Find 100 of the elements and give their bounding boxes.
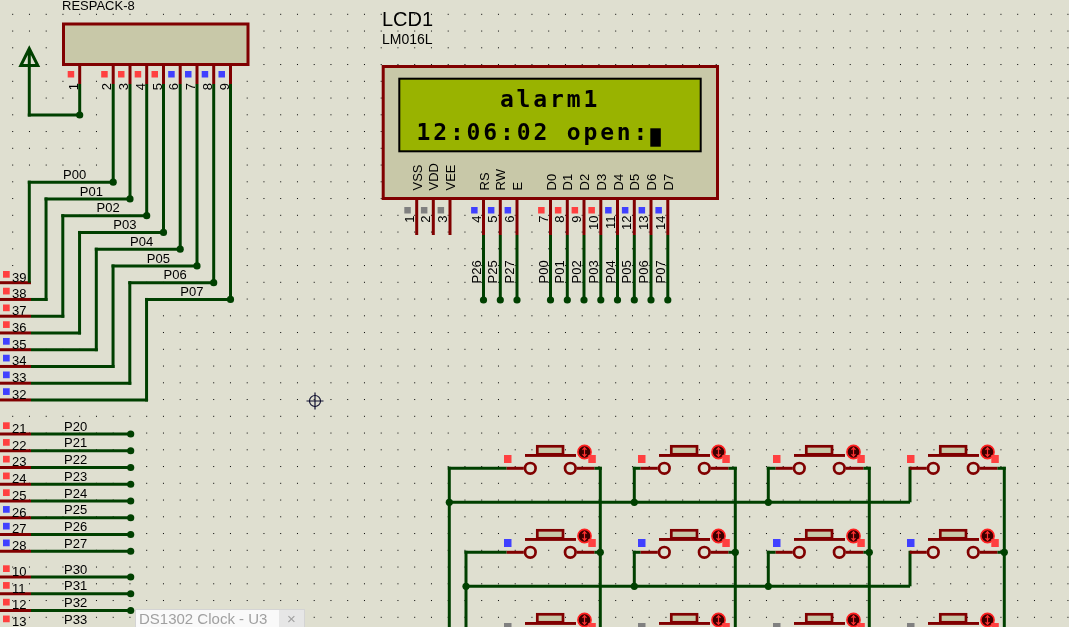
pin-lead bbox=[640, 466, 658, 470]
switch-contact-icon bbox=[832, 545, 846, 559]
net-label: P03 bbox=[113, 217, 137, 233]
pin-number: 10 bbox=[585, 215, 601, 230]
pin-name: D2 bbox=[577, 173, 592, 191]
junction-dot-icon bbox=[597, 296, 605, 304]
pin-number: 11 bbox=[602, 215, 618, 229]
net-label: P32 bbox=[64, 595, 88, 611]
pin-number: 24 bbox=[12, 471, 27, 487]
pin-lead bbox=[0, 331, 31, 335]
junction-dot-icon bbox=[546, 296, 555, 304]
wire bbox=[515, 235, 519, 300]
pin-number: 4 bbox=[468, 215, 484, 223]
pin-number: 7 bbox=[183, 83, 198, 91]
junction-dot-icon bbox=[764, 498, 772, 506]
pin-lead bbox=[111, 65, 115, 84]
pin-lead bbox=[0, 314, 31, 318]
pin-lead bbox=[710, 466, 729, 470]
junction-dot-icon bbox=[563, 296, 571, 304]
junction-dot-icon bbox=[193, 262, 201, 270]
pin-lead bbox=[979, 466, 998, 470]
junction-dot-icon bbox=[127, 547, 135, 555]
junction-dot-icon bbox=[127, 530, 135, 539]
switch-contact-icon bbox=[926, 461, 940, 475]
pin-name: VDD bbox=[426, 163, 442, 191]
junction-dot-icon bbox=[513, 296, 521, 304]
junction-dot-icon bbox=[127, 606, 135, 615]
pin-lead bbox=[0, 533, 31, 536]
pin-lead bbox=[0, 348, 31, 352]
net-label: P01 bbox=[79, 183, 103, 199]
pin-number: 35 bbox=[12, 336, 27, 352]
pin-lead bbox=[909, 550, 927, 554]
switch-contact-icon bbox=[697, 461, 711, 475]
switch-plunger bbox=[928, 612, 979, 625]
switch-contact-icon bbox=[966, 545, 980, 559]
net-label: P07 bbox=[180, 284, 204, 300]
junction-dot-icon bbox=[647, 296, 655, 304]
pin-lead bbox=[0, 609, 31, 612]
net-label: P27 bbox=[502, 260, 517, 284]
junction-dot-icon bbox=[226, 295, 235, 304]
up-down-arrow-icon[interactable] bbox=[577, 612, 592, 627]
junction-dot-icon bbox=[613, 296, 622, 304]
pin-lead bbox=[549, 200, 552, 235]
pin-lead bbox=[775, 550, 793, 554]
wire bbox=[582, 235, 586, 300]
component-part-name: RESPACK-8 bbox=[62, 0, 135, 13]
pin-lead bbox=[0, 398, 31, 402]
pin-lead bbox=[0, 466, 31, 469]
switch-contact-icon bbox=[657, 461, 671, 475]
pin-lead bbox=[229, 65, 232, 84]
pin-number: 38 bbox=[12, 286, 27, 302]
net-label: P03 bbox=[585, 260, 601, 284]
up-down-arrow-icon[interactable] bbox=[846, 612, 861, 627]
pin-number: 2 bbox=[99, 83, 115, 91]
net-label: P04 bbox=[602, 260, 618, 284]
pin-number: 37 bbox=[12, 303, 27, 318]
switch-plunger bbox=[928, 444, 979, 457]
pin-number: 13 bbox=[636, 215, 651, 230]
pin-number: 10 bbox=[12, 563, 27, 579]
switch-contact-icon bbox=[563, 461, 577, 475]
switch-contact-icon bbox=[792, 545, 806, 559]
junction-dot-icon bbox=[479, 296, 488, 304]
pin-lead bbox=[482, 200, 485, 235]
pin-number: 3 bbox=[116, 83, 131, 91]
switch-contact-icon bbox=[832, 461, 846, 475]
net-label: P27 bbox=[64, 535, 88, 551]
pin-name: D5 bbox=[627, 173, 643, 191]
pin-number: 28 bbox=[12, 538, 27, 554]
pin-number: 3 bbox=[435, 215, 450, 223]
pin-number: 6 bbox=[502, 215, 517, 223]
pin-number: 33 bbox=[12, 370, 27, 385]
pin-number: 4 bbox=[132, 83, 148, 91]
pin-lead bbox=[576, 466, 595, 470]
net-label: P00 bbox=[63, 166, 87, 182]
up-down-arrow-icon[interactable] bbox=[711, 612, 726, 627]
junction-dot-icon bbox=[127, 497, 135, 505]
pin-lead bbox=[0, 281, 31, 285]
net-label: P26 bbox=[468, 260, 484, 284]
pin-number: 22 bbox=[12, 437, 27, 453]
pin-lead bbox=[506, 466, 524, 470]
pin-number: 23 bbox=[12, 454, 27, 470]
net-label: P20 bbox=[64, 418, 88, 434]
pin-number: 12 bbox=[619, 215, 635, 230]
up-down-arrow-icon[interactable] bbox=[980, 612, 995, 627]
pin-lead bbox=[498, 200, 502, 235]
net-label: P05 bbox=[146, 250, 170, 266]
pin-lead bbox=[599, 200, 603, 235]
pin-name: D1 bbox=[560, 173, 576, 191]
pin-number: 25 bbox=[12, 487, 27, 503]
pin-name: VSS bbox=[409, 164, 425, 191]
pin-lead bbox=[78, 65, 82, 84]
junction-dot-icon bbox=[127, 590, 135, 598]
pin-lead bbox=[0, 499, 31, 503]
close-button[interactable]: × bbox=[279, 610, 304, 627]
switch-contact-icon bbox=[926, 545, 940, 559]
pin-number: 34 bbox=[12, 353, 27, 369]
switch-contact-icon bbox=[657, 545, 671, 559]
pin-name: RS bbox=[476, 172, 492, 191]
junction-dot-icon bbox=[630, 296, 638, 304]
pin-name: D0 bbox=[543, 173, 559, 191]
